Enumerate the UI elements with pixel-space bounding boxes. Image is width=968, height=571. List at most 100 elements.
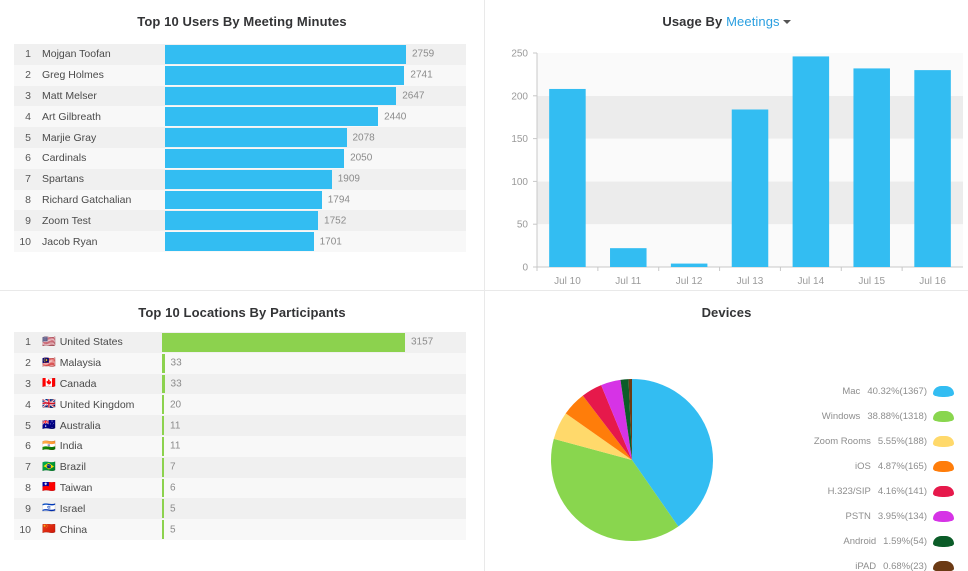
legend-color-swatch-icon xyxy=(933,461,954,472)
svg-text:50: 50 xyxy=(517,220,529,231)
bar-value-label: 2759 xyxy=(412,48,435,60)
x-axis-tick-label: Jul 13 xyxy=(737,276,764,287)
legend-label: iOS xyxy=(855,461,871,472)
page-title-devices: Devices xyxy=(701,305,752,320)
page-title-usage: Usage By Meetings xyxy=(485,0,968,29)
table-row: 1 Mojgan Toofan 2759 xyxy=(14,44,466,65)
table-row: 4 🇬🇧 United Kingdom 20 xyxy=(14,394,466,416)
legend-item[interactable]: Zoom Rooms 5.55%(188) xyxy=(794,429,954,454)
country-flag-icon: 🇨🇦 xyxy=(42,377,56,390)
location-label: United States xyxy=(59,336,123,349)
rank-number: 6 xyxy=(25,440,31,453)
legend-item[interactable]: Android 1.59%(54) xyxy=(794,529,954,554)
location-name: 🇲🇾 Malaysia xyxy=(36,357,162,369)
legend-label: Mac xyxy=(842,386,861,397)
usage-metric-dropdown[interactable]: Meetings xyxy=(726,14,780,29)
svg-text:150: 150 xyxy=(511,134,528,145)
rank-number: 10 xyxy=(19,523,31,536)
column-bar xyxy=(670,263,708,267)
rank-number: 4 xyxy=(25,110,31,123)
legend-item[interactable]: iOS 4.87%(165) xyxy=(794,454,954,479)
rank-number: 2 xyxy=(25,357,31,370)
legend-item[interactable]: Windows 38.88%(1318) xyxy=(794,404,954,429)
value-bar xyxy=(165,232,314,251)
table-row: 3 🇨🇦 Canada 33 xyxy=(14,373,466,395)
table-row: 3 Matt Melser 2647 xyxy=(14,85,466,107)
bar-track: 2078 xyxy=(165,127,466,148)
panel-top-users: Top 10 Users By Meeting Minutes 1 Mojgan … xyxy=(0,0,484,290)
legend-item[interactable]: Mac 40.32%(1367) xyxy=(794,379,954,404)
legend-color-swatch-icon xyxy=(933,486,954,497)
value-bar xyxy=(165,45,406,64)
bar-value-label: 20 xyxy=(170,399,182,411)
location-label: United Kingdom xyxy=(59,398,135,411)
country-flag-icon: 🇺🇸 xyxy=(42,336,56,348)
bar-track: 11 xyxy=(162,415,466,436)
legend-label: PSTN xyxy=(845,511,871,522)
value-bar xyxy=(165,190,322,210)
legend-color-swatch-icon xyxy=(933,411,954,422)
table-row: 6 Cardinals 2050 xyxy=(14,147,466,169)
legend-item[interactable]: H.323/SIP 4.16%(141) xyxy=(794,479,954,504)
x-axis-tick-label: Jul 16 xyxy=(919,276,946,287)
legend-color-swatch-icon xyxy=(933,561,954,571)
legend-label: Zoom Rooms xyxy=(813,436,871,447)
location-name: 🇨🇦 Canada xyxy=(36,378,162,390)
top-locations-list: 1 🇺🇸 United States 3157 2 🇲🇾 Malaysia 33 3 🇨🇦 Cana… xyxy=(14,332,466,540)
value-bar xyxy=(165,107,379,127)
legend-value: 4.87%(165) xyxy=(877,461,927,472)
location-label: Brazil xyxy=(59,461,86,474)
location-name: 🇺🇸 United States xyxy=(36,336,162,348)
value-bar xyxy=(165,148,345,168)
legend-value: 5.55%(188) xyxy=(877,436,927,447)
column-bar xyxy=(549,88,586,267)
legend-label: H.323/SIP xyxy=(827,486,871,497)
bar-value-label: 1752 xyxy=(324,215,347,227)
top-users-list: 1 Mojgan Toofan 2759 2 Greg Holmes 2741 3 Matt … xyxy=(14,44,466,252)
rank-number: 5 xyxy=(25,419,31,432)
rank-number: 1 xyxy=(25,336,31,349)
bar-track: 5 xyxy=(162,519,466,540)
column-bar xyxy=(610,248,647,267)
user-name: Art Gilbreath xyxy=(42,110,101,123)
legend-label: Windows xyxy=(821,411,861,422)
rank-number: 10 xyxy=(19,235,31,248)
value-bar xyxy=(162,333,405,352)
bar-value-label: 11 xyxy=(170,420,181,432)
location-label: India xyxy=(59,440,83,453)
legend-item[interactable]: PSTN 3.95%(134) xyxy=(794,504,954,529)
location-name: 🇮🇱 Israel xyxy=(36,503,162,515)
bar-value-label: 3157 xyxy=(411,336,434,348)
svg-text:200: 200 xyxy=(511,91,528,102)
table-row: 8 🇹🇼 Taiwan 6 xyxy=(14,477,466,499)
chevron-down-icon[interactable] xyxy=(782,20,791,25)
rank-number: 4 xyxy=(25,398,31,411)
user-name: Marjie Gray xyxy=(42,131,97,144)
country-flag-icon: 🇧🇷 xyxy=(42,461,56,473)
table-row: 10 🇨🇳 China 5 xyxy=(14,519,466,540)
rank-number: 1 xyxy=(25,48,31,61)
page-title-top-users: Top 10 Users By Meeting Minutes xyxy=(137,14,347,29)
legend-item[interactable]: iPAD 0.68%(23) xyxy=(794,554,954,571)
country-flag-icon: 🇲🇾 xyxy=(42,357,56,369)
bar-value-label: 1909 xyxy=(337,173,360,185)
user-name: Richard Gatchalian xyxy=(42,193,132,206)
legend-value: 0.68%(23) xyxy=(883,561,927,571)
page-title-top-locations: Top 10 Locations By Participants xyxy=(138,305,346,320)
rank-number: 2 xyxy=(25,69,31,82)
table-row: 7 Spartans 1909 xyxy=(14,168,466,190)
location-label: Malaysia xyxy=(59,357,102,370)
rank-number: 7 xyxy=(25,173,31,186)
x-axis-tick-label: Jul 10 xyxy=(554,276,581,287)
svg-text:0: 0 xyxy=(522,263,528,274)
legend-value: 1.59%(54) xyxy=(883,536,927,547)
bar-track: 6 xyxy=(162,478,466,499)
table-row: 6 🇮🇳 India 11 xyxy=(14,435,466,457)
legend-color-swatch-icon xyxy=(933,436,954,447)
bar-track: 7 xyxy=(162,457,466,478)
legend-label: iPAD xyxy=(855,561,877,571)
rank-number: 7 xyxy=(25,461,31,474)
bar-track: 33 xyxy=(162,374,466,395)
bar-value-label: 5 xyxy=(170,503,176,515)
bar-value-label: 6 xyxy=(170,482,176,494)
